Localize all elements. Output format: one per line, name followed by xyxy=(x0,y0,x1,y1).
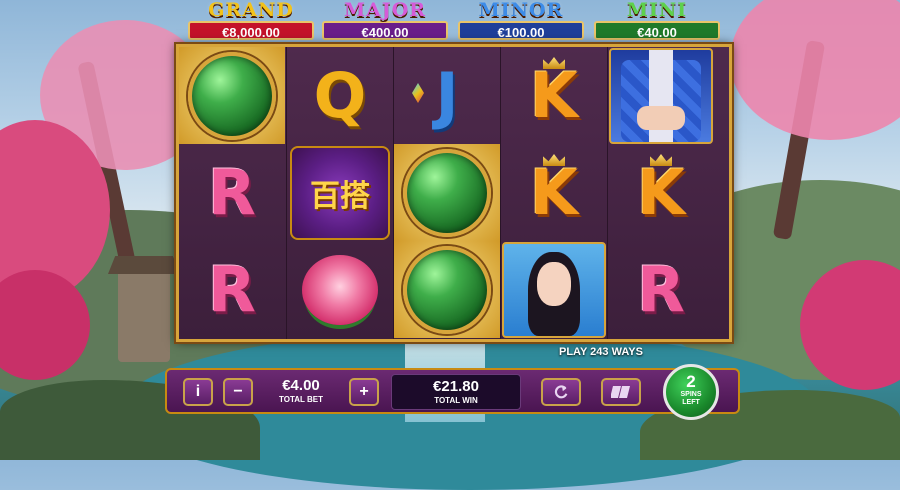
jackpot-mini: MINI €40.00 xyxy=(592,0,722,44)
turbo-icon xyxy=(611,386,630,398)
symbol-R-label: R xyxy=(208,155,256,229)
total-bet-panel: €4.00 TOTAL BET xyxy=(259,374,343,410)
jade-gem-icon xyxy=(403,148,491,237)
gem-icon xyxy=(412,83,424,103)
symbol-R: R xyxy=(179,241,285,338)
increase-bet-button[interactable]: + xyxy=(349,378,379,406)
symbol-woman-portrait xyxy=(501,241,607,338)
spins-left-count: 2 xyxy=(686,372,696,391)
total-win-panel: €21.80 TOTAL WIN xyxy=(391,374,521,410)
jade-gem-icon xyxy=(188,51,276,140)
decrease-bet-button[interactable]: − xyxy=(223,378,253,406)
symbol-Q-label: Q xyxy=(313,58,367,132)
total-bet-label: TOTAL BET xyxy=(279,395,323,404)
total-win-value: €21.80 xyxy=(433,378,479,395)
peony-icon xyxy=(302,254,378,325)
total-win-label: TOTAL WIN xyxy=(434,396,478,405)
spins-left-label-top: SPINS xyxy=(680,391,702,398)
symbol-Q: Q xyxy=(287,47,393,144)
info-button[interactable]: i xyxy=(183,378,213,406)
plus-icon: + xyxy=(359,383,369,400)
jackpot-grand-value: €8,000.00 xyxy=(188,21,314,40)
symbol-J: J xyxy=(394,47,500,144)
jackpot-minor-title: MINOR xyxy=(478,0,564,21)
symbol-robe-portrait xyxy=(608,47,714,144)
reel-grid: R R Q 百搭 J K K K R xyxy=(176,44,732,342)
symbol-K: K xyxy=(501,47,607,144)
refresh-icon xyxy=(554,385,568,399)
jackpot-grand: GRAND €8,000.00 xyxy=(186,0,316,44)
symbol-K-label: K xyxy=(636,155,686,229)
reel-1: R R xyxy=(179,47,285,339)
scatter-label: 百搭 xyxy=(310,178,370,214)
symbol-R-label: R xyxy=(637,252,685,326)
symbol-J-label: J xyxy=(435,58,459,132)
jackpot-mini-value: €40.00 xyxy=(594,21,720,40)
symbol-K-label: K xyxy=(529,58,579,132)
jackpot-grand-title: GRAND xyxy=(208,0,294,21)
total-bet-value: €4.00 xyxy=(282,377,320,394)
symbol-jade-gem xyxy=(394,241,500,338)
scatter-icon: 百搭 xyxy=(290,145,390,240)
jackpot-major-title: MAJOR xyxy=(343,0,427,21)
spins-left-badge: 2 SPINS LEFT xyxy=(663,364,719,420)
autoplay-button[interactable] xyxy=(541,378,581,406)
jackpot-major-value: €400.00 xyxy=(322,21,448,40)
symbol-R: R xyxy=(179,144,285,241)
reel-5: K R xyxy=(607,47,714,339)
reel-4: K K xyxy=(500,47,607,339)
symbol-K: K xyxy=(501,144,607,241)
control-bar: i − €4.00 TOTAL BET + €21.80 TOTAL WIN xyxy=(165,368,740,414)
jade-gem-icon xyxy=(403,245,491,334)
minus-icon: − xyxy=(233,383,243,400)
jackpot-mini-title: MINI xyxy=(626,0,688,21)
symbol-R-label: R xyxy=(208,252,256,326)
symbol-K-label: K xyxy=(529,155,579,229)
jackpot-major: MAJOR €400.00 xyxy=(320,0,450,44)
turbo-button[interactable] xyxy=(601,378,641,406)
reel-3: J xyxy=(393,47,500,339)
woman-portrait-icon xyxy=(502,241,606,338)
jackpot-minor-value: €100.00 xyxy=(458,21,584,40)
symbol-peony xyxy=(287,241,393,338)
symbol-K: K xyxy=(608,144,714,241)
spins-left-label-bottom: LEFT xyxy=(682,399,700,406)
symbol-jade-gem xyxy=(394,144,500,241)
symbol-R: R xyxy=(608,241,714,338)
symbol-jade-gem xyxy=(179,47,285,144)
reel-2: Q 百搭 xyxy=(286,47,393,339)
jackpot-minor: MINOR €100.00 xyxy=(456,0,586,44)
info-icon: i xyxy=(195,383,201,400)
robe-portrait-icon xyxy=(609,47,713,144)
play-ways-label: PLAY 243 WAYS xyxy=(559,346,643,358)
symbol-scatter: 百搭 xyxy=(287,144,393,241)
